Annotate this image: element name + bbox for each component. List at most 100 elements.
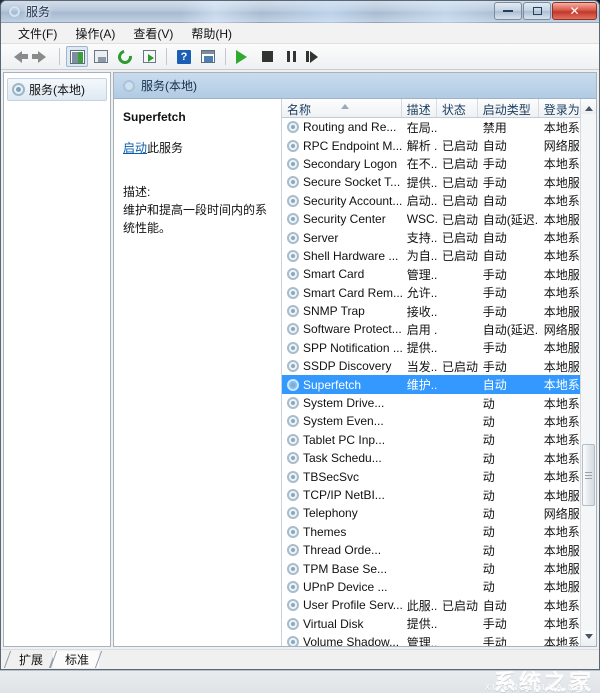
cell-description: 此服... bbox=[406, 598, 437, 613]
tab-standard[interactable]: 标准 bbox=[53, 651, 100, 668]
cell-description: 当发... bbox=[406, 359, 437, 374]
window-title: 服务 bbox=[26, 5, 51, 19]
column-header-status[interactable]: 状态 bbox=[437, 99, 478, 117]
table-row[interactable]: Themes 动本地系统 bbox=[282, 523, 596, 541]
table-row[interactable]: Superfetch维护...自动本地系统 bbox=[282, 375, 596, 394]
service-gear-icon bbox=[287, 617, 299, 630]
close-button[interactable]: ✕ bbox=[552, 2, 597, 20]
scroll-down-arrow-icon[interactable] bbox=[580, 631, 596, 646]
cell-startup-type: 手动 bbox=[482, 304, 507, 319]
table-row[interactable]: UPnP Device ... 动本地服务 bbox=[282, 578, 596, 596]
restart-service-icon[interactable] bbox=[304, 46, 326, 67]
cell-status: 已启动 bbox=[441, 231, 478, 246]
table-row[interactable]: Thread Orde... 动本地服务 bbox=[282, 541, 596, 559]
table-row[interactable]: System Even... 动本地系统 bbox=[282, 412, 596, 430]
cell-name: Secure Socket T... bbox=[282, 175, 402, 189]
start-service-row: 启动此服务 bbox=[123, 140, 272, 157]
menu-file[interactable]: 文件(F) bbox=[9, 23, 66, 44]
console-tree-pane: 服务(本地) bbox=[3, 72, 111, 647]
table-row[interactable]: Secondary Logon在不...已启动手动本地系统 bbox=[282, 155, 596, 173]
service-gear-icon bbox=[287, 489, 299, 501]
cell-startup-type: 手动 bbox=[482, 617, 507, 632]
start-service-link[interactable]: 启动 bbox=[123, 141, 147, 155]
cell-description: 允许... bbox=[406, 286, 437, 301]
column-header-name[interactable]: 名称 bbox=[282, 99, 402, 117]
stop-service-icon[interactable] bbox=[256, 46, 278, 67]
column-header-description[interactable]: 描述 bbox=[402, 99, 437, 117]
cell-description: 提供... bbox=[406, 175, 437, 190]
menu-view[interactable]: 查看(V) bbox=[124, 23, 182, 44]
menu-help[interactable]: 帮助(H) bbox=[182, 23, 241, 44]
export-list-icon[interactable] bbox=[138, 46, 160, 67]
cell-description: 提供... bbox=[406, 617, 437, 632]
cell-description: 提供... bbox=[406, 341, 437, 356]
table-row[interactable]: Routing and Re...在局...禁用本地系统 bbox=[282, 118, 596, 136]
forward-arrow-icon[interactable] bbox=[31, 46, 53, 67]
scroll-up-arrow-icon[interactable] bbox=[580, 99, 596, 114]
tree-item-services-local[interactable]: 服务(本地) bbox=[7, 78, 107, 101]
table-row[interactable]: Smart Card Rem...允许...手动本地系统 bbox=[282, 284, 596, 302]
service-gear-icon bbox=[287, 525, 299, 538]
table-row[interactable]: Virtual Disk提供...手动本地系统 bbox=[282, 615, 596, 633]
services-list: 名称 描述 状态 启动类型 登录为 Routing and Re... 在局...… bbox=[282, 99, 596, 646]
table-row[interactable]: Smart Card管理...手动本地服务 bbox=[282, 265, 596, 283]
table-row[interactable]: Software Protect...启用 ...自动(延迟...网络服务 bbox=[282, 320, 596, 338]
cell-startup-type: 动 bbox=[482, 488, 495, 503]
table-row[interactable]: SNMP Trap接收...手动本地服务 bbox=[282, 302, 596, 320]
table-row[interactable]: Security Account...启动...已启动自动本地系统 bbox=[282, 192, 596, 210]
back-arrow-icon[interactable] bbox=[7, 46, 29, 67]
table-row[interactable]: Task Schedu... 动本地系统 bbox=[282, 449, 596, 467]
pause-service-icon[interactable] bbox=[280, 46, 302, 67]
vertical-scrollbar[interactable] bbox=[580, 99, 596, 646]
show-hide-tree-icon[interactable] bbox=[66, 46, 88, 67]
table-row[interactable]: User Profile Serv...此服...已启动自动本地系统 bbox=[282, 596, 596, 614]
cell-name: Shell Hardware ... bbox=[282, 249, 402, 263]
table-row[interactable]: Secure Socket T...提供...已启动手动本地服务 bbox=[282, 173, 596, 191]
service-name-text: Thread Orde... bbox=[303, 543, 382, 558]
properties-icon[interactable] bbox=[197, 46, 219, 67]
save-icon[interactable] bbox=[90, 46, 112, 67]
table-row[interactable]: Security CenterWSC...已启动自动(延迟...本地服务 bbox=[282, 210, 596, 228]
start-service-icon[interactable] bbox=[232, 46, 254, 67]
cell-status: 已启动 bbox=[441, 249, 478, 264]
pane-header: 服务(本地) bbox=[114, 73, 596, 99]
service-gear-icon bbox=[287, 397, 299, 410]
cell-name: SNMP Trap bbox=[282, 304, 402, 318]
tab-extended[interactable]: 扩展 bbox=[7, 651, 54, 668]
cell-name: Security Center bbox=[282, 212, 402, 226]
service-name-text: System Drive... bbox=[303, 396, 385, 411]
minimize-button[interactable] bbox=[494, 2, 522, 20]
maximize-button[interactable] bbox=[523, 2, 551, 20]
cell-name: System Even... bbox=[282, 414, 402, 428]
menu-bar: 文件(F) 操作(A) 查看(V) 帮助(H) bbox=[1, 23, 599, 44]
services-gear-icon bbox=[12, 83, 25, 96]
column-header-startup-type[interactable]: 启动类型 bbox=[478, 99, 539, 117]
cell-startup-type: 禁用 bbox=[482, 120, 507, 135]
table-row[interactable]: RPC Endpoint M...解析 ...已启动自动网络服务 bbox=[282, 136, 596, 154]
service-gear-icon bbox=[287, 562, 299, 575]
menu-action[interactable]: 操作(A) bbox=[66, 23, 124, 44]
status-bar: 系统之家 XITONGZHIJIA.NET bbox=[0, 670, 600, 693]
table-row[interactable]: Telephony 动网络服务 bbox=[282, 504, 596, 522]
window-controls: ✕ bbox=[494, 2, 597, 20]
table-row[interactable]: TBSecSvc 动本地系统 bbox=[282, 467, 596, 485]
help-icon[interactable]: ? bbox=[173, 46, 195, 67]
table-row[interactable]: Server支持...已启动自动本地系统 bbox=[282, 228, 596, 246]
table-row[interactable]: SSDP Discovery当发...已启动手动本地服务 bbox=[282, 357, 596, 375]
refresh-icon[interactable] bbox=[114, 46, 136, 67]
table-row[interactable]: Shell Hardware ...为自...已启动自动本地系统 bbox=[282, 247, 596, 265]
service-gear-icon bbox=[287, 580, 299, 593]
service-gear-icon bbox=[287, 249, 299, 262]
table-row[interactable]: SPP Notification ...提供...手动本地服务 bbox=[282, 339, 596, 357]
table-row[interactable]: Tablet PC Inp... 动本地系统 bbox=[282, 431, 596, 449]
table-row[interactable]: TPM Base Se... 动本地服务 bbox=[282, 559, 596, 577]
cell-status: 已启动 bbox=[441, 194, 478, 209]
service-name-text: Shell Hardware ... bbox=[303, 248, 399, 263]
cell-startup-type: 手动 bbox=[482, 341, 507, 356]
table-row[interactable]: Volume Shadow...管理...手动本地系统 bbox=[282, 633, 596, 646]
title-bar[interactable]: 服务 ✕ bbox=[1, 1, 599, 23]
table-row[interactable]: System Drive... 动本地系统 bbox=[282, 394, 596, 412]
scrollbar-thumb[interactable] bbox=[581, 444, 595, 506]
table-row[interactable]: TCP/IP NetBI... 动本地服务 bbox=[282, 486, 596, 504]
scrollbar-track[interactable] bbox=[581, 114, 597, 631]
